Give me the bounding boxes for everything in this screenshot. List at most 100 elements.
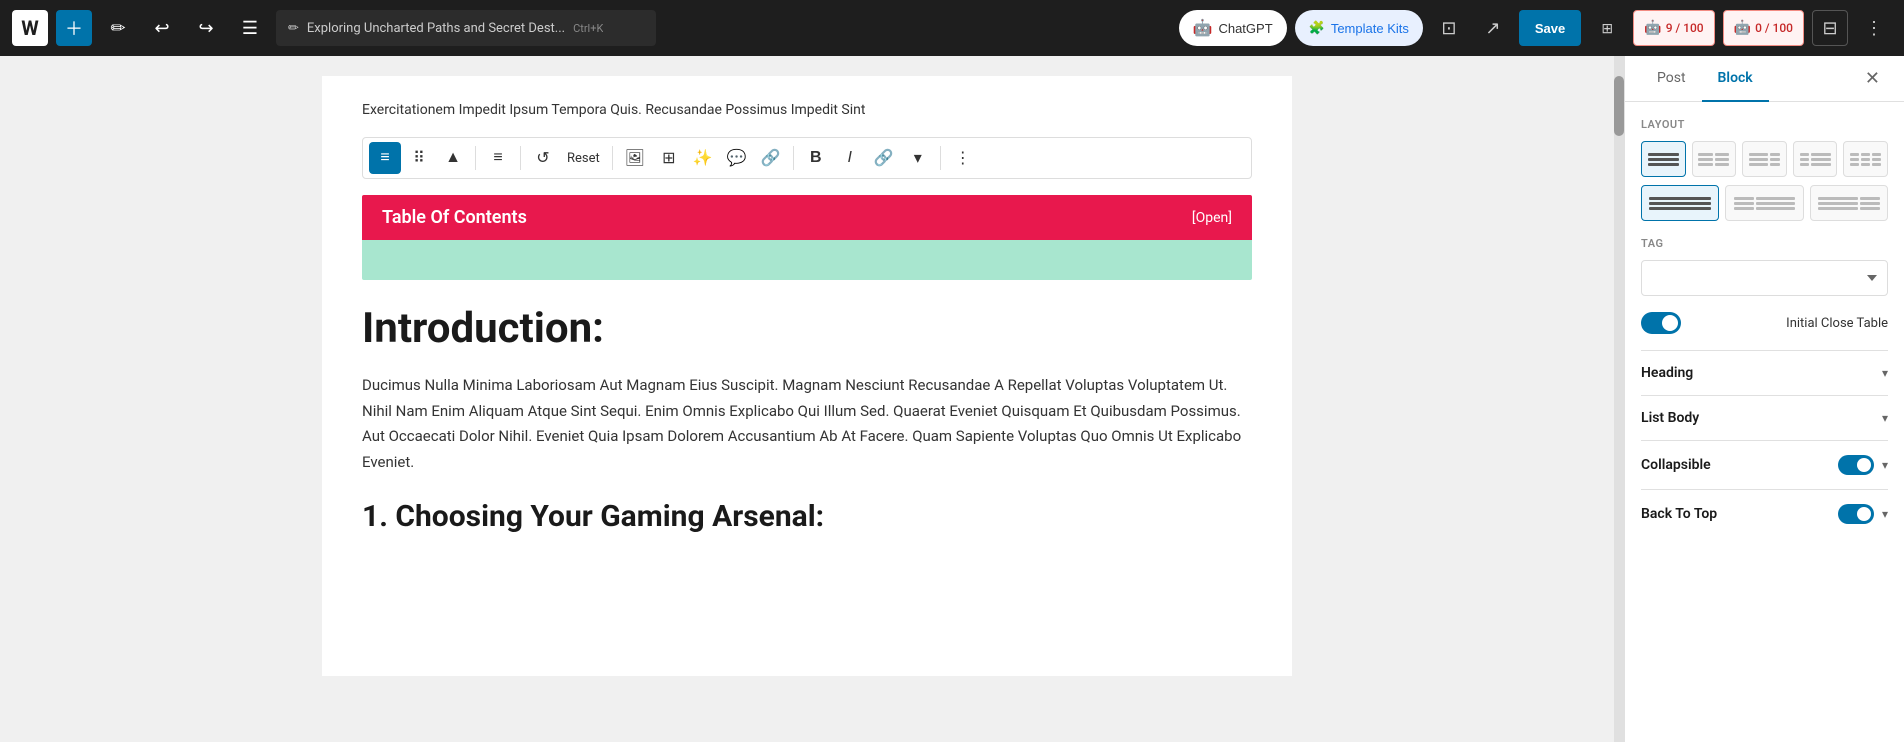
layout-option-3[interactable]: [1742, 141, 1787, 177]
layout-grid-row1: [1641, 141, 1888, 177]
initial-close-table-row: Initial Close Table: [1641, 312, 1888, 334]
back-to-top-chevron-icon: ▾: [1882, 507, 1888, 521]
move-up-button[interactable]: ▲: [437, 142, 469, 174]
list-body-section[interactable]: List Body ▾: [1641, 395, 1888, 440]
layout-option-4[interactable]: [1793, 141, 1838, 177]
ai-counter-2-text: 0 / 100: [1755, 21, 1793, 35]
editor-scrollbar[interactable]: [1614, 56, 1624, 742]
back-to-top-section[interactable]: Back To Top ▾: [1641, 489, 1888, 538]
right-panel: Post Block ✕ Layout: [1624, 56, 1904, 742]
toc-open-label[interactable]: [Open]: [1192, 210, 1232, 226]
heading-section-title: Heading: [1641, 365, 1693, 381]
panel-body: Layout: [1625, 102, 1904, 742]
layout-option-2[interactable]: [1692, 141, 1737, 177]
save-button[interactable]: Save: [1519, 10, 1581, 46]
ai-assist-button[interactable]: ✨: [687, 142, 719, 174]
reset-button[interactable]: ↺: [527, 142, 559, 174]
template-kits-button[interactable]: 🧩 Template Kits: [1295, 10, 1423, 46]
ai-icon-1: 🤖: [1644, 20, 1661, 36]
toolbar-separator-3: [612, 146, 613, 170]
main-layout: Exercitationem Impedit Ipsum Tempora Qui…: [0, 56, 1904, 742]
collapsible-toggle[interactable]: [1838, 455, 1874, 475]
link-button[interactable]: 🔗: [868, 142, 900, 174]
layout-section: Layout: [1641, 118, 1888, 221]
top-bar: W ＋ ✏ ↩ ↪ ☰ ✏ Exploring Uncharted Paths …: [0, 0, 1904, 56]
editor-layout-button[interactable]: ⊞: [1589, 10, 1625, 46]
heading-section[interactable]: Heading ▾: [1641, 350, 1888, 395]
toc-title: Table Of Contents: [382, 207, 527, 228]
toolbar-separator-1: [475, 146, 476, 170]
tools-button[interactable]: ✏: [100, 10, 136, 46]
article-header-text: Exercitationem Impedit Ipsum Tempora Qui…: [362, 100, 1252, 121]
more-menu-button[interactable]: ⋮: [947, 142, 979, 174]
intro-heading: Introduction:: [362, 304, 1252, 353]
layout-label: Layout: [1641, 118, 1888, 131]
ai-counter-2: 🤖 0 / 100: [1723, 10, 1804, 46]
undo-button[interactable]: ↩: [144, 10, 180, 46]
layout-grid-row2: [1641, 185, 1888, 221]
panel-close-button[interactable]: ✕: [1857, 56, 1888, 101]
toolbar-separator-5: [940, 146, 941, 170]
collapsible-section[interactable]: Collapsible ▾: [1641, 440, 1888, 489]
template-kits-label: Template Kits: [1331, 21, 1409, 36]
editor-content: Exercitationem Impedit Ipsum Tempora Qui…: [322, 76, 1292, 676]
document-title[interactable]: ✏ Exploring Uncharted Paths and Secret D…: [276, 10, 656, 46]
block-toolbar: ≡ ⠿ ▲ ≡ ↺ Reset 🖼 ⊞ ✨ 💬 🔗 B I 🔗 ▾: [362, 137, 1252, 179]
add-block-button[interactable]: ＋: [56, 10, 92, 46]
initial-close-table-label: Initial Close Table: [1786, 316, 1888, 331]
heading-section-right: ▾: [1882, 366, 1888, 380]
chatgpt-button[interactable]: 🤖 ChatGPT: [1179, 10, 1287, 46]
back-to-top-section-right: ▾: [1838, 504, 1888, 524]
back-to-top-toggle[interactable]: [1838, 504, 1874, 524]
layout-option-8[interactable]: [1810, 185, 1888, 221]
tag-label: TAG: [1641, 237, 1888, 250]
share-button[interactable]: 🔗: [755, 142, 787, 174]
body-text: Ducimus Nulla Minima Laboriosam Aut Magn…: [362, 373, 1252, 475]
document-title-text: Exploring Uncharted Paths and Secret Des…: [307, 21, 565, 36]
initial-close-table-toggle[interactable]: [1641, 312, 1681, 334]
toolbar-separator-2: [520, 146, 521, 170]
redo-button[interactable]: ↪: [188, 10, 224, 46]
reset-label[interactable]: Reset: [561, 151, 606, 166]
ai-counter-1: 🤖 9 / 100: [1633, 10, 1714, 46]
sub-heading: 1. Choosing Your Gaming Arsenal:: [362, 499, 1252, 534]
back-to-top-section-title: Back To Top: [1641, 506, 1717, 522]
tag-select[interactable]: H1 H2 H3 H4 H5 H6 p: [1641, 260, 1888, 296]
toc-body: [362, 240, 1252, 280]
options-menu-button[interactable]: ⋮: [1856, 10, 1892, 46]
preview-external-button[interactable]: ↗: [1475, 10, 1511, 46]
collapsible-section-right: ▾: [1838, 455, 1888, 475]
pen-icon: ✏: [288, 21, 299, 36]
layout-option-7[interactable]: [1725, 185, 1803, 221]
drag-handle[interactable]: ⠿: [403, 142, 435, 174]
toc-header: Table Of Contents [Open]: [362, 195, 1252, 240]
template-kits-icon: 🧩: [1309, 20, 1325, 36]
image-button[interactable]: 🖼: [619, 142, 651, 174]
panel-toggle-button[interactable]: ⊟: [1812, 10, 1848, 46]
tab-block[interactable]: Block: [1702, 56, 1769, 102]
toc-block: Table Of Contents [Open]: [362, 195, 1252, 280]
block-type-button[interactable]: ≡: [369, 142, 401, 174]
list-body-section-title: List Body: [1641, 410, 1699, 426]
more-options-arrow[interactable]: ▾: [902, 142, 934, 174]
align-button[interactable]: ≡: [482, 142, 514, 174]
tag-section: TAG H1 H2 H3 H4 H5 H6 p: [1641, 237, 1888, 296]
editor-area[interactable]: Exercitationem Impedit Ipsum Tempora Qui…: [0, 56, 1614, 742]
comment-button[interactable]: 💬: [721, 142, 753, 174]
panel-tabs: Post Block ✕: [1625, 56, 1904, 102]
preview-responsive-button[interactable]: ⊡: [1431, 10, 1467, 46]
bold-button[interactable]: B: [800, 142, 832, 174]
list-view-button[interactable]: ☰: [232, 10, 268, 46]
toolbar-separator-4: [793, 146, 794, 170]
layout-option-1[interactable]: [1641, 141, 1686, 177]
layout-option-6[interactable]: [1641, 185, 1719, 221]
tab-post[interactable]: Post: [1641, 56, 1702, 102]
list-body-section-right: ▾: [1882, 411, 1888, 425]
chatgpt-label: ChatGPT: [1218, 21, 1272, 36]
list-body-chevron-icon: ▾: [1882, 411, 1888, 425]
collapsible-section-title: Collapsible: [1641, 457, 1711, 473]
layout-option-5[interactable]: [1843, 141, 1888, 177]
ai-icon-2: 🤖: [1734, 20, 1751, 36]
italic-button[interactable]: I: [834, 142, 866, 174]
grid-button[interactable]: ⊞: [653, 142, 685, 174]
